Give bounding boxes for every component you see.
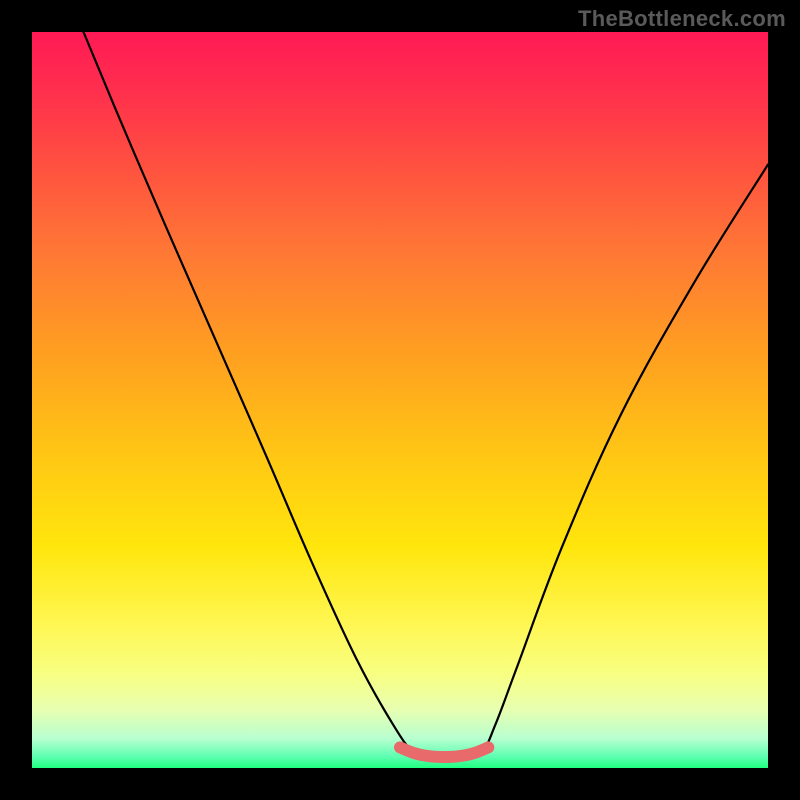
watermark-text: TheBottleneck.com: [578, 6, 786, 32]
valley-marker-path: [400, 747, 488, 757]
plot-area: [32, 32, 768, 768]
chart-frame: TheBottleneck.com: [0, 0, 800, 800]
bottleneck-curve-path: [84, 32, 769, 762]
curve-svg: [32, 32, 768, 768]
